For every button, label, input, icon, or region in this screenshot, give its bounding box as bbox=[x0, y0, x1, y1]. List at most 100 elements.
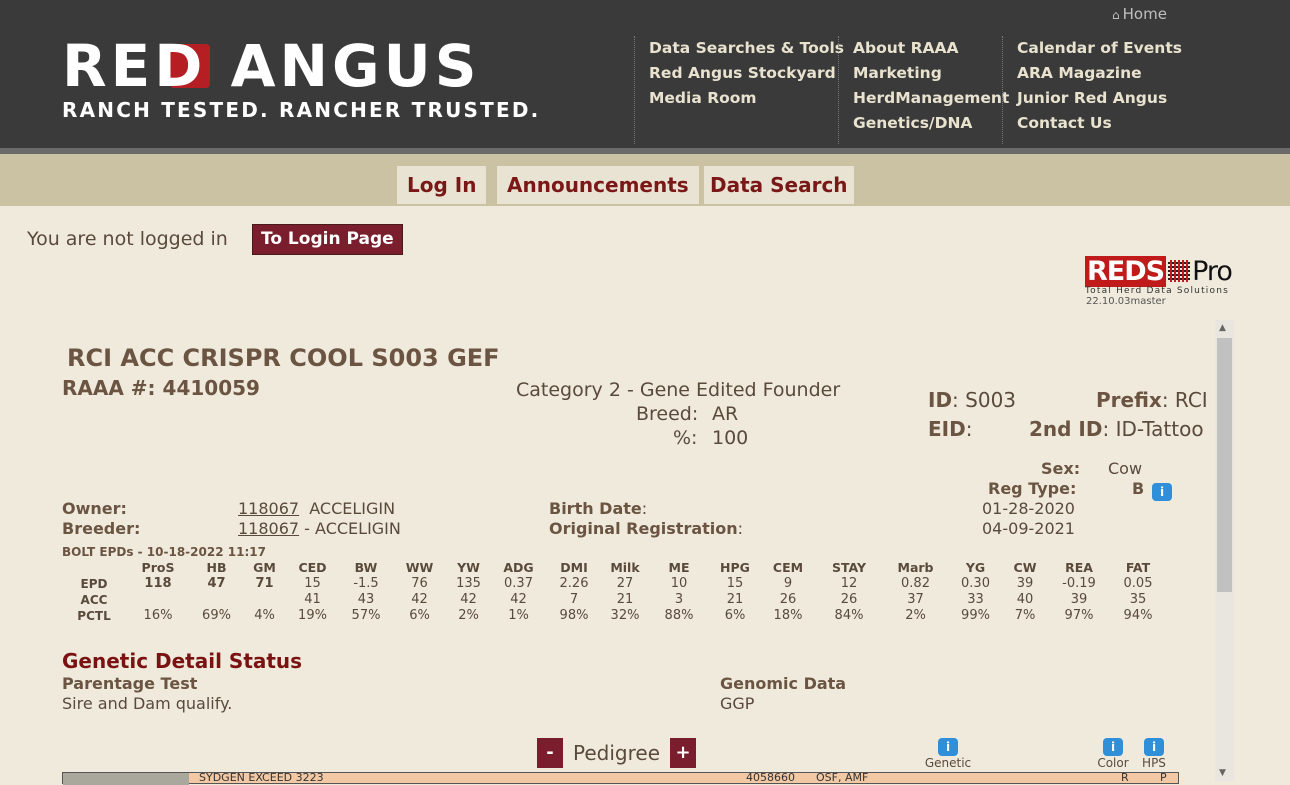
epd-cell: 2.26 bbox=[559, 576, 589, 591]
regtype-info-icon[interactable]: i bbox=[1152, 478, 1172, 501]
epd-row-label: ACC bbox=[80, 593, 108, 607]
epd-cell: 6% bbox=[724, 608, 746, 623]
genomic-data-value: GGP bbox=[720, 694, 755, 713]
percent-value: 100 bbox=[712, 427, 749, 449]
epd-cell: 2% bbox=[905, 608, 926, 623]
epd-row-label: EPD bbox=[80, 577, 108, 591]
nav-magazine[interactable]: ARA Magazine bbox=[1017, 61, 1192, 86]
nav-about[interactable]: About RAAA bbox=[853, 36, 1001, 61]
genetic-info-icon[interactable]: i bbox=[938, 738, 958, 756]
epd-cell: 40 bbox=[1016, 592, 1034, 607]
epd-header: HB bbox=[206, 560, 227, 575]
pedigree-collapse-button[interactable]: - bbox=[537, 738, 563, 768]
breeder-label: Breeder: bbox=[62, 519, 141, 538]
to-login-page-button[interactable]: To Login Page bbox=[252, 224, 403, 255]
reds-pro-text: Pro bbox=[1192, 256, 1233, 287]
genetic-column-label: Genetic bbox=[924, 756, 972, 770]
epd-cell: 41 bbox=[304, 592, 321, 607]
scrollbar[interactable]: ▲ ▼ bbox=[1215, 320, 1234, 781]
epd-header: YG bbox=[965, 560, 986, 575]
tab-log-in[interactable]: Log In bbox=[397, 166, 487, 204]
epd-cell: 0.82 bbox=[901, 576, 930, 591]
nav-media-room[interactable]: Media Room bbox=[649, 86, 838, 111]
nav-marketing[interactable]: Marketing bbox=[853, 61, 1001, 86]
breed-value: AR bbox=[712, 403, 739, 425]
epd-header: WW bbox=[405, 560, 434, 575]
epd-cell: 42 bbox=[510, 592, 527, 607]
pedigree-row[interactable]: SYDGEN EXCEED 3223 4058660 OSF, AMF R P bbox=[62, 771, 1179, 785]
tab-data-search[interactable]: Data Search bbox=[704, 166, 854, 204]
epd-cell: 0.37 bbox=[504, 576, 533, 591]
logo-tagline: RANCH TESTED. RANCHER TRUSTED. bbox=[62, 98, 541, 122]
sex-value: Cow bbox=[1108, 459, 1143, 478]
home-link[interactable]: ⌂ Home bbox=[1112, 5, 1170, 23]
color-info-icon[interactable]: i bbox=[1103, 738, 1123, 756]
nav-contact[interactable]: Contact Us bbox=[1017, 111, 1192, 136]
epd-row-label: PCTL bbox=[77, 609, 111, 623]
scroll-up-arrow-icon[interactable]: ▲ bbox=[1219, 323, 1226, 333]
eid-field: EID: bbox=[928, 417, 973, 441]
scrollbar-thumb[interactable] bbox=[1217, 338, 1232, 592]
epd-header: Milk bbox=[610, 560, 640, 575]
epd-cell: 0.05 bbox=[1123, 576, 1153, 591]
epd-cell: 97% bbox=[1064, 608, 1094, 623]
epd-table: ProS HB GM CED BW WW YW ADG DMI Milk ME HPG CEM STAY M… bbox=[62, 560, 1166, 624]
epd-header: HPG bbox=[720, 560, 750, 575]
epd-header: ProS bbox=[141, 560, 175, 575]
epd-header: CEM bbox=[772, 560, 804, 575]
epd-cell: 10 bbox=[670, 576, 688, 591]
epd-cell: 94% bbox=[1123, 608, 1153, 623]
site-header: RED ANGUS RANCH TESTED. RANCHER TRUSTED.… bbox=[0, 0, 1290, 154]
tab-announcements[interactable]: Announcements bbox=[497, 166, 699, 204]
epd-cell: 6% bbox=[409, 608, 430, 623]
orig-reg-value: 04-09-2021 bbox=[982, 519, 1075, 538]
epd-cell: 33 bbox=[967, 592, 984, 607]
epd-cell: 26 bbox=[779, 592, 797, 607]
sex-label: Sex: bbox=[1041, 459, 1081, 478]
nav-stockyard[interactable]: Red Angus Stockyard bbox=[649, 61, 838, 86]
nav-genetics[interactable]: Genetics/DNA bbox=[853, 111, 1001, 136]
breeder-link[interactable]: 118067 bbox=[238, 519, 299, 538]
pedigree-expand-button[interactable]: + bbox=[670, 738, 696, 768]
epd-cell: 21 bbox=[616, 592, 634, 607]
breeder-value: 118067 - ACCELIGIN bbox=[238, 519, 401, 538]
nav-data-searches[interactable]: Data Searches & Tools bbox=[649, 36, 844, 61]
epd-cell: 9 bbox=[783, 576, 793, 591]
epd-header: Marb bbox=[897, 560, 934, 575]
epd-cell: 0.30 bbox=[961, 576, 990, 591]
nav-column-2: About RAAA Marketing HerdManagement Gene… bbox=[838, 36, 1009, 144]
epd-cell: 71 bbox=[255, 576, 274, 591]
color-column-label: Color bbox=[1097, 756, 1129, 770]
epd-cell: 7% bbox=[1014, 608, 1036, 623]
epd-cell bbox=[243, 592, 286, 608]
logo-text: RED ANGUS bbox=[62, 32, 481, 100]
epd-cell: 39 bbox=[1070, 592, 1088, 607]
hps-info-icon[interactable]: i bbox=[1144, 738, 1164, 756]
pedigree-sire-name[interactable]: SYDGEN EXCEED 3223 bbox=[199, 771, 324, 784]
nav-junior[interactable]: Junior Red Angus bbox=[1017, 86, 1192, 111]
pedigree-control: - Pedigree + bbox=[537, 738, 696, 768]
epd-header: DMI bbox=[560, 560, 588, 575]
home-icon: ⌂ bbox=[1112, 8, 1120, 22]
id-field: ID: S003 bbox=[928, 388, 1017, 412]
epd-cell: 4% bbox=[254, 608, 275, 623]
epd-cell: 42 bbox=[411, 592, 428, 607]
second-id-field: 2nd ID: ID-Tattoo bbox=[1029, 417, 1204, 441]
pedigree-sire-color: R bbox=[1121, 771, 1129, 784]
epd-cell: 35 bbox=[1129, 592, 1147, 607]
epd-cell: 135 bbox=[456, 576, 481, 591]
owner-link[interactable]: 118067 bbox=[238, 499, 299, 518]
scroll-down-arrow-icon[interactable]: ▼ bbox=[1219, 768, 1226, 778]
nav-calendar[interactable]: Calendar of Events bbox=[1017, 36, 1192, 61]
birth-date-label: Birth Date: bbox=[549, 499, 648, 518]
red-angus-logo[interactable]: RED ANGUS RANCH TESTED. RANCHER TRUSTED. bbox=[62, 32, 538, 122]
epd-cell: 16% bbox=[143, 608, 173, 623]
percent-label: %: bbox=[673, 427, 698, 449]
reds-pro-logo: REDS Pro Total Herd Data Solutions 22.10.… bbox=[1085, 256, 1233, 307]
nav-herdmanagement[interactable]: HerdManagement bbox=[853, 86, 1009, 111]
epd-header: CED bbox=[298, 560, 327, 575]
epd-header: REA bbox=[1065, 560, 1093, 575]
epd-cell: 98% bbox=[559, 608, 589, 623]
epd-row-pctl: PCTL 16% 69% 4% 19% 57% 6% 2% 1% 98% 32% 88% 6% 18% 84… bbox=[62, 608, 1166, 624]
epd-header: ME bbox=[668, 560, 690, 575]
